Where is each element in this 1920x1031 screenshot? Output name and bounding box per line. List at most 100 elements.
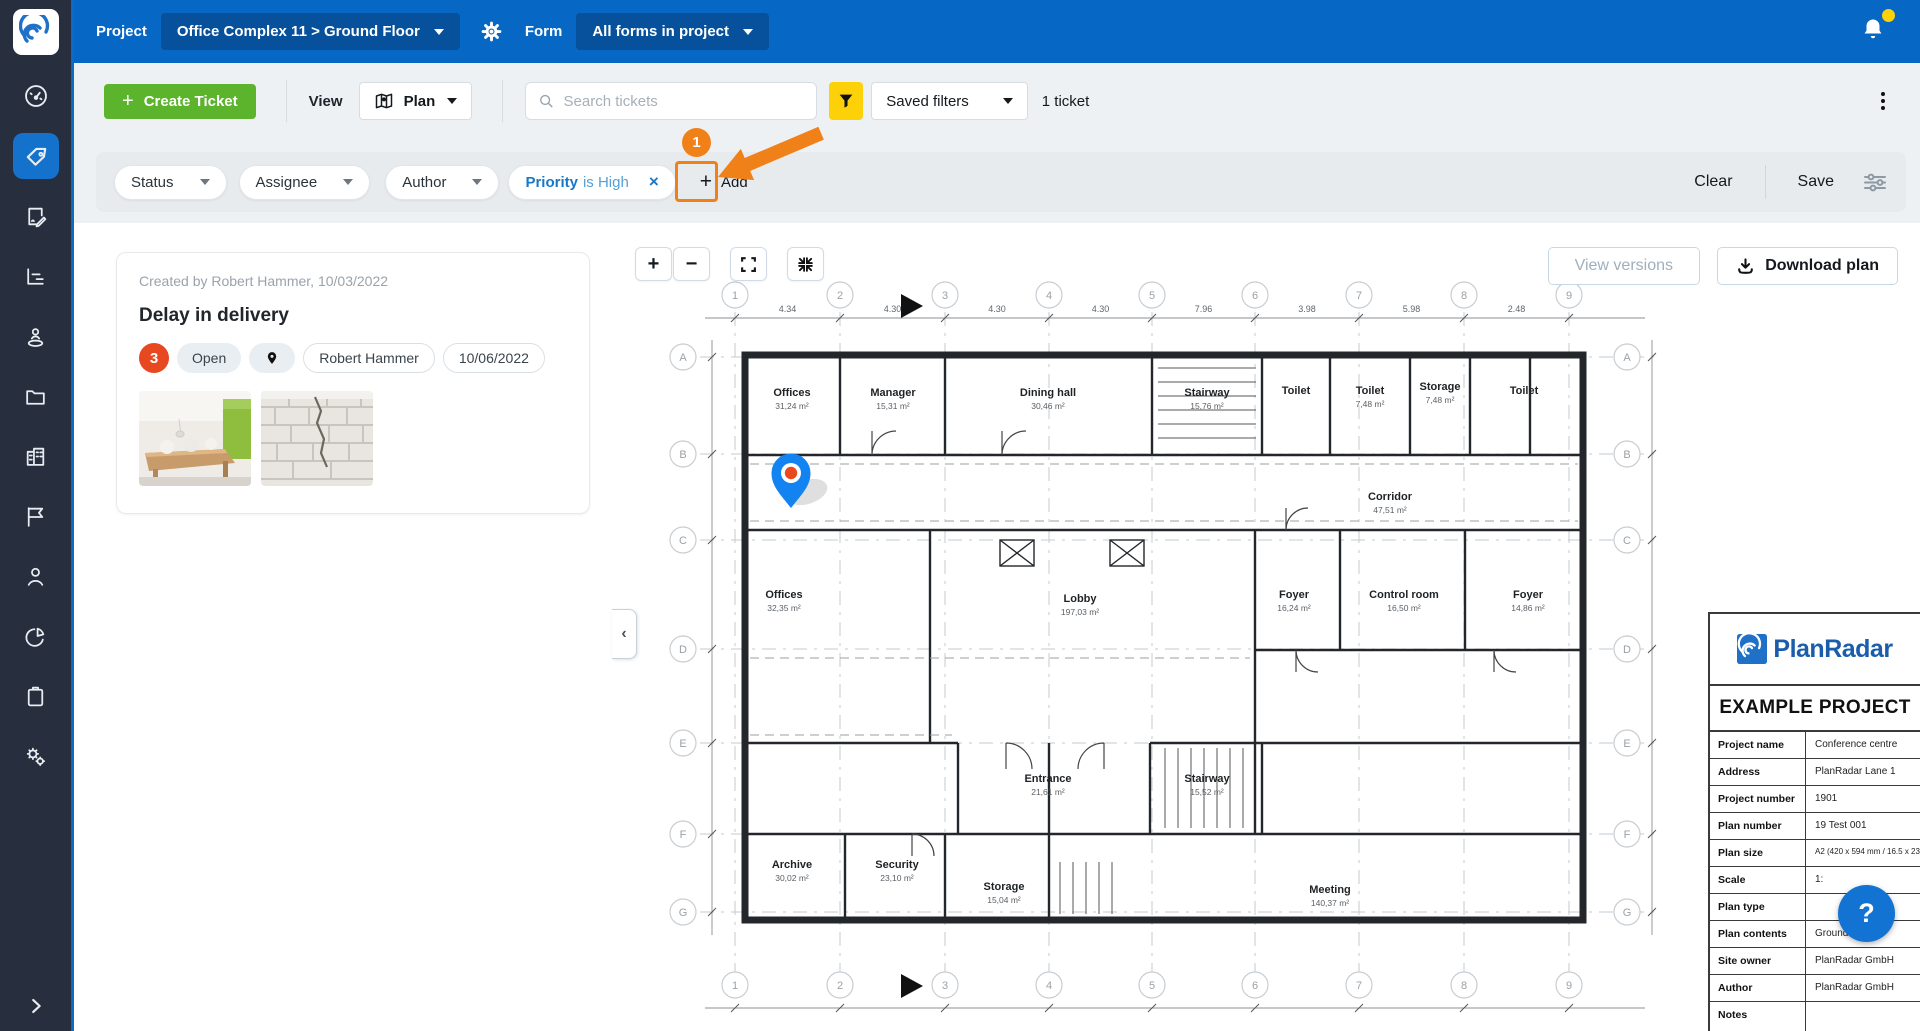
sidebar-item-flags[interactable] (13, 493, 59, 539)
add-filter-label: Add (721, 174, 748, 191)
sidebar-item-dashboard[interactable] (13, 73, 59, 119)
grid-column-label: 1 (732, 290, 738, 302)
ticket-card[interactable]: Created by Robert Hammer, 10/03/2022 Del… (116, 252, 590, 514)
titleblock-row: AddressPlanRadar Lane 1 (1710, 759, 1920, 786)
view-versions-button[interactable]: View versions (1548, 247, 1700, 285)
room-label: Stairway (1184, 773, 1230, 785)
download-plan-button[interactable]: Download plan (1717, 247, 1898, 285)
room-label: Archive (772, 859, 812, 871)
sidebar-item-statistics[interactable] (13, 253, 59, 299)
filterbar: Status Assignee Author Priority is High … (96, 152, 1906, 212)
project-label: Project (96, 23, 147, 40)
status-badge: Open (177, 343, 241, 373)
sidebar-expand-button[interactable] (0, 995, 71, 1017)
view-mode-dropdown[interactable]: Plan (359, 82, 473, 120)
filter-pill-priority-active[interactable]: Priority is High × (508, 165, 675, 200)
zoom-out-button[interactable]: − (673, 247, 710, 281)
fullscreen-button[interactable] (730, 247, 767, 281)
location-badge[interactable] (249, 343, 295, 373)
save-filters-button[interactable]: Save (1798, 173, 1834, 191)
flag-icon (23, 504, 48, 529)
room-label: Offices (765, 589, 802, 601)
help-button[interactable]: ? (1838, 885, 1895, 942)
document-edit-icon (23, 204, 48, 229)
notification-badge (1882, 9, 1895, 22)
room-area: 23,10 m² (880, 873, 914, 883)
chevron-right-icon (25, 995, 47, 1017)
titleblock-row: Project nameConference centre (1710, 732, 1920, 759)
sidebar-item-site-presence[interactable] (13, 313, 59, 359)
search-tickets-input[interactable] (564, 93, 805, 110)
titleblock-logo: PlanRadar (1710, 614, 1920, 686)
filter-button[interactable] (829, 82, 863, 120)
room-label: Foyer (1279, 589, 1310, 601)
add-filter-button[interactable]: + Add (700, 170, 748, 194)
dimension-value: 7.96 (1195, 304, 1213, 314)
room-label: Manager (870, 387, 916, 399)
room-area: 32,35 m² (767, 603, 801, 613)
sidebar-nav (0, 73, 71, 793)
sidebar-item-tasks[interactable] (13, 673, 59, 719)
project-selector[interactable]: Office Complex 11 > Ground Floor (161, 13, 460, 50)
filter-pill-status[interactable]: Status (114, 165, 227, 200)
sidebar-item-settings[interactable] (13, 733, 59, 779)
room-label: Entrance (1024, 773, 1071, 785)
ticket-list-panel: Created by Robert Hammer, 10/03/2022 Del… (74, 223, 612, 1031)
titleblock-table: Project nameConference centreAddressPlan… (1710, 732, 1920, 1031)
filter-pill-author[interactable]: Author (385, 165, 499, 200)
ticket-created-by: Created by Robert Hammer, 10/03/2022 (139, 273, 567, 289)
plus-icon: + (700, 170, 712, 194)
remove-filter-button[interactable]: × (643, 170, 665, 194)
titleblock-row: Plan sizeA2 (420 x 594 mm / 16.5 x 23.4 … (1710, 840, 1920, 867)
sidebar-item-tickets[interactable] (13, 133, 59, 179)
titleblock-row: AuthorPlanRadar GmbH (1710, 975, 1920, 1002)
ticket-map-marker[interactable] (772, 454, 831, 510)
filter-pill-assignee[interactable]: Assignee (239, 165, 371, 200)
sidebar-item-users[interactable] (13, 553, 59, 599)
filter-pill-label: Assignee (256, 174, 318, 191)
room-area: 15,04 m² (987, 895, 1021, 905)
saved-filters-dropdown[interactable]: Saved filters (871, 82, 1028, 120)
sidebar-item-forms[interactable] (13, 193, 59, 239)
ticket-badges: 3 Open Robert Hammer 10/06/2022 (139, 343, 567, 373)
clear-filters-button[interactable]: Clear (1694, 173, 1732, 191)
sidebar-item-documents[interactable] (13, 373, 59, 419)
attachment-photo-meeting-room[interactable] (139, 391, 251, 486)
view-mode-value: Plan (404, 93, 436, 110)
grid-column-label: 3 (942, 980, 948, 992)
brick-wall-photo (261, 391, 373, 486)
gear-icon (480, 20, 503, 43)
collapse-panel-button[interactable]: ‹ (612, 609, 637, 659)
room-label: Storage (984, 881, 1025, 893)
plan-title-block: PlanRadar EXAMPLE PROJECT Project nameCo… (1708, 612, 1920, 1031)
planradar-logo[interactable] (13, 9, 59, 55)
notifications-button[interactable] (1860, 16, 1886, 47)
titleblock-row-label: Author (1710, 975, 1805, 1001)
titleblock-row: Site ownerPlanRadar GmbH (1710, 948, 1920, 975)
titleblock-row-value: 19 Test 001 (1805, 813, 1920, 839)
filter-settings-button[interactable] (1862, 170, 1888, 194)
room-area: 140,37 m² (1311, 898, 1349, 908)
sidebar-item-reports[interactable] (13, 613, 59, 659)
project-settings-button[interactable] (480, 20, 503, 43)
titleblock-row-label: Address (1710, 759, 1805, 785)
sidebar-item-company[interactable] (13, 433, 59, 479)
fit-to-screen-button[interactable] (787, 247, 824, 281)
active-filter-field: Priority (525, 174, 578, 191)
titleblock-row-label: Plan size (1710, 840, 1805, 866)
grid-row-label: E (1623, 738, 1630, 750)
create-ticket-button[interactable]: + Create Ticket (104, 84, 256, 119)
attachment-photo-brick-wall[interactable] (261, 391, 373, 486)
form-selector[interactable]: All forms in project (576, 13, 769, 50)
grid-row-label: G (1623, 907, 1632, 919)
more-options-button[interactable] (1874, 90, 1892, 112)
titleblock-row-label: Plan number (1710, 813, 1805, 839)
room-label: Toilet (1510, 385, 1539, 397)
filterbar-outer: Status Assignee Author Priority is High … (74, 139, 1920, 223)
grid-column-label: 2 (837, 980, 843, 992)
grid-column-label: 4 (1046, 980, 1052, 992)
view-label: View (309, 93, 343, 110)
buildings-icon (23, 444, 48, 469)
room-area: 7,48 m² (1356, 399, 1385, 409)
zoom-in-button[interactable]: + (635, 247, 672, 281)
